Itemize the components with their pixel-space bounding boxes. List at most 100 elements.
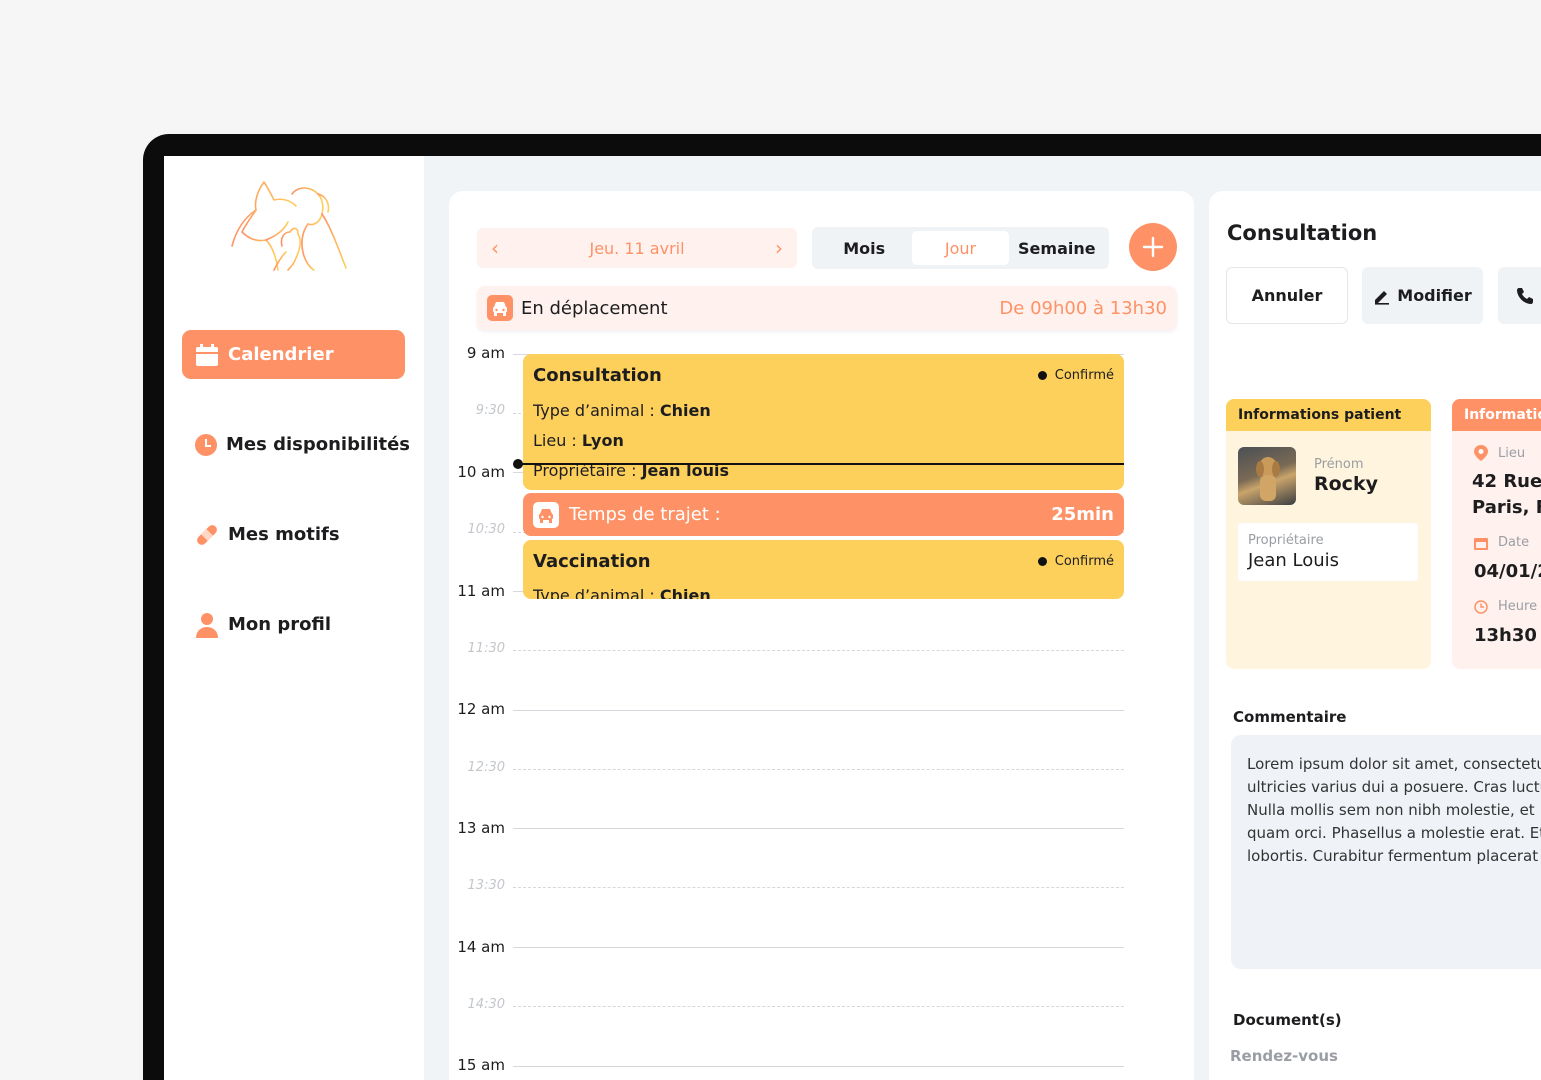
firstname-label: Prénom <box>1314 457 1364 472</box>
tab-semaine[interactable]: Semaine <box>1009 231 1105 265</box>
sidebar-item-label: Mon profil <box>228 614 331 635</box>
date-navigator: ‹ Jeu. 11 avril › <box>477 228 797 268</box>
current-date: Jeu. 11 avril <box>589 238 685 258</box>
pet-firstname: Rocky <box>1314 473 1378 495</box>
patient-card-header: Informations patient <box>1226 399 1431 431</box>
half-hour-line <box>513 769 1124 770</box>
hour-label: 11 am <box>457 582 505 600</box>
calendar-icon <box>194 342 220 368</box>
appointment-detail-panel: Consultation Annuler Modifier Informatio… <box>1209 191 1541 1080</box>
half-hour-label: 14:30 <box>467 997 505 1012</box>
owner-label: Propriétaire <box>1248 533 1324 548</box>
travel-banner: En déplacement De 09h00 à 13h30 <box>477 286 1177 330</box>
event-animal: Type d’animal : Chien <box>533 401 711 420</box>
half-hour-label: 13:30 <box>467 878 505 893</box>
half-hour-label: 12:30 <box>467 760 505 775</box>
sidebar-item-disponibilites[interactable]: Mes disponibilités <box>182 420 410 469</box>
half-hour-label: 9:30 <box>475 403 505 418</box>
event-title: Vaccination <box>533 551 651 572</box>
day-timeline: 9 am 9:30 10 am 10:30 11 am 11:30 12 am … <box>449 344 1194 1080</box>
sidebar: Calendrier Mes disponibilités Mes motifs… <box>164 156 424 1080</box>
half-hour-line <box>513 1006 1124 1007</box>
user-icon <box>194 612 220 638</box>
location-pin-icon <box>1474 445 1488 461</box>
sidebar-item-label: Mes motifs <box>228 524 340 545</box>
hour-label: Heure <box>1498 599 1538 614</box>
status-dot-icon <box>1037 371 1047 380</box>
place-row: Lieu <box>1474 445 1525 461</box>
add-appointment-button[interactable] <box>1129 223 1177 271</box>
chevron-right-icon[interactable]: › <box>775 236 783 260</box>
sidebar-item-calendrier[interactable]: Calendrier <box>182 330 405 379</box>
status-dot-icon <box>1037 557 1047 566</box>
event-animal: Type d’animal : Chien <box>533 586 711 599</box>
hour-line <box>513 1066 1124 1067</box>
car-icon <box>533 501 559 528</box>
hour-label: 15 am <box>457 1056 505 1074</box>
tab-jour[interactable]: Jour <box>912 231 1009 265</box>
place-line1: 42 Rue <box>1472 471 1541 492</box>
app-screen: Calendrier Mes disponibilités Mes motifs… <box>164 156 1541 1080</box>
hour-label: 12 am <box>457 700 505 718</box>
plus-icon <box>1142 236 1164 258</box>
sidebar-item-profil[interactable]: Mon profil <box>182 600 405 649</box>
call-button[interactable] <box>1498 267 1541 324</box>
bandage-icon <box>194 522 220 548</box>
travel-banner-time: De 09h00 à 13h30 <box>999 297 1167 319</box>
phone-icon <box>1517 287 1533 304</box>
half-hour-line <box>513 887 1124 888</box>
current-time-line <box>518 463 1124 465</box>
date-row: Date <box>1474 535 1529 550</box>
place-label: Lieu <box>1498 445 1526 461</box>
car-icon <box>487 295 513 321</box>
comment-label: Commentaire <box>1233 708 1347 726</box>
travel-label: Temps de trajet : <box>569 504 721 525</box>
comment-text[interactable]: Lorem ipsum dolor sit amet, consectetu u… <box>1231 735 1541 969</box>
status-badge: Confirmé <box>1037 554 1114 569</box>
event-vaccination[interactable]: Vaccination Confirmé Type d’animal : Chi… <box>523 540 1124 599</box>
hour-value: 13h30 <box>1474 625 1537 646</box>
clock-icon <box>1474 599 1488 614</box>
half-hour-label: 10:30 <box>467 522 505 537</box>
pencil-icon <box>1375 290 1390 305</box>
hour-line <box>513 828 1124 829</box>
hour-label: 10 am <box>457 463 505 481</box>
clock-icon <box>194 432 218 458</box>
patient-info-card: Informations patient Prénom Rocky Propri… <box>1226 399 1431 669</box>
travel-banner-label: En déplacement <box>521 297 668 319</box>
pet-photo <box>1238 447 1296 505</box>
sidebar-item-motifs[interactable]: Mes motifs <box>182 510 405 559</box>
date-label: Date <box>1498 535 1530 550</box>
edit-button-label: Modifier <box>1397 286 1472 305</box>
event-travel[interactable]: Temps de trajet : 25min <box>523 493 1124 536</box>
hour-row: Heure <box>1474 599 1537 614</box>
travel-duration: 25min <box>1051 504 1114 525</box>
hour-label: 13 am <box>457 819 505 837</box>
edit-button[interactable]: Modifier <box>1362 267 1483 324</box>
view-tabs: Mois Jour Semaine <box>812 227 1109 269</box>
date-value: 04/01/2 <box>1474 561 1541 582</box>
tab-mois[interactable]: Mois <box>816 231 912 265</box>
place-line2: Paris, Fr <box>1472 497 1541 518</box>
info-card-header: Information <box>1452 399 1541 431</box>
hour-line <box>513 947 1124 948</box>
appointment-docs-label: Rendez-vous <box>1230 1047 1338 1065</box>
event-place: Lieu : Lyon <box>533 431 624 450</box>
owner-name: Jean Louis <box>1248 550 1340 571</box>
detail-title: Consultation <box>1227 221 1378 245</box>
event-consultation[interactable]: Consultation Confirmé Type d’animal : Ch… <box>523 354 1124 490</box>
hour-label: 9 am <box>466 344 505 362</box>
owner-box: Propriétaire Jean Louis <box>1238 523 1418 581</box>
documents-label: Document(s) <box>1233 1011 1342 1029</box>
sidebar-item-label: Mes disponibilités <box>226 434 411 455</box>
half-hour-label: 11:30 <box>467 641 505 656</box>
event-title: Consultation <box>533 365 662 386</box>
calendar-panel: ‹ Jeu. 11 avril › Mois Jour Semaine En d… <box>449 191 1194 1080</box>
pets-logo <box>231 181 347 271</box>
chevron-left-icon[interactable]: ‹ <box>491 236 499 260</box>
cancel-button[interactable]: Annuler <box>1226 267 1348 324</box>
status-badge: Confirmé <box>1037 368 1114 383</box>
appointment-info-card: Information Lieu 42 Rue Paris, Fr Date 0… <box>1452 399 1541 669</box>
hour-line <box>513 710 1124 711</box>
hour-label: 14 am <box>457 938 505 956</box>
